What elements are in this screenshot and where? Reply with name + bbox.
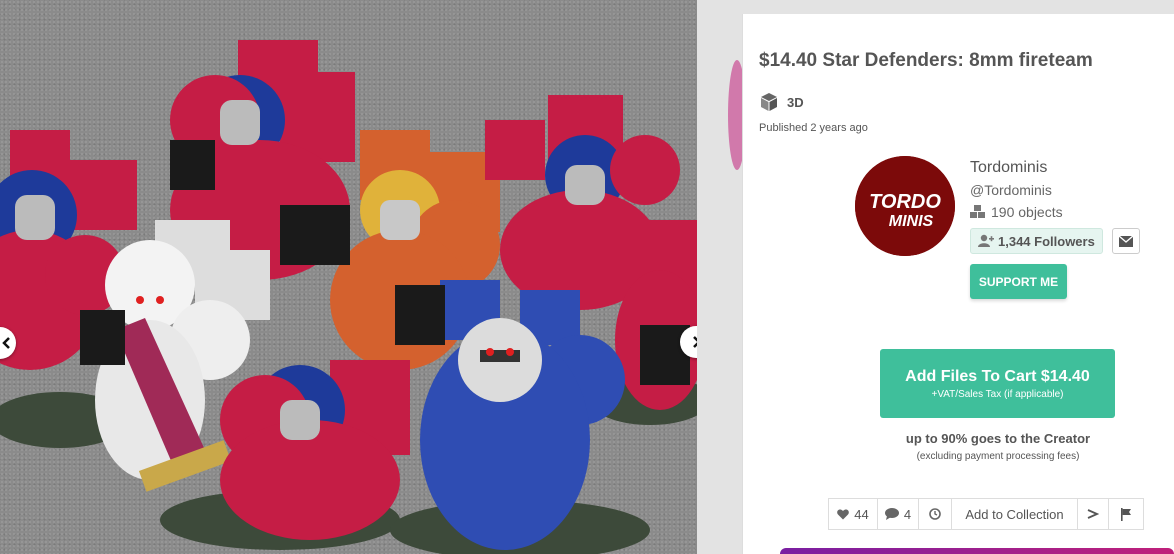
likes-count: 44 <box>854 506 869 522</box>
action-bar: 44 4 Add to Collection <box>828 498 1144 530</box>
history-button[interactable] <box>918 498 952 530</box>
share-button[interactable] <box>1077 498 1109 530</box>
add-to-cart-button[interactable]: Add Files To Cart $14.40 +VAT/Sales Tax … <box>880 349 1115 418</box>
comment-icon <box>884 508 899 520</box>
flag-icon <box>1121 507 1131 521</box>
chevron-left-icon <box>2 337 10 349</box>
creator-name[interactable]: Tordominis <box>970 159 1047 177</box>
support-me-button[interactable]: SUPPORT ME <box>970 264 1067 299</box>
svg-text:TORDO: TORDO <box>869 191 941 213</box>
bottom-gradient-strip <box>780 548 1174 554</box>
envelope-icon <box>1119 235 1133 247</box>
like-button[interactable]: 44 <box>828 498 878 530</box>
report-button[interactable] <box>1108 498 1144 530</box>
creator-avatar[interactable]: TORDO MINIS <box>855 156 955 256</box>
follow-button[interactable]: 1,344 Followers <box>970 228 1103 254</box>
tax-note: +VAT/Sales Tax (if applicable) <box>931 388 1064 400</box>
creator-share-note: (excluding payment processing fees) <box>916 451 1080 462</box>
creator-logo: TORDO MINIS <box>855 156 955 256</box>
comments-button[interactable]: 4 <box>877 498 919 530</box>
message-creator-button[interactable] <box>1112 228 1140 254</box>
followers-count: 1,344 Followers <box>998 233 1095 249</box>
add-to-collection-button[interactable]: Add to Collection <box>951 498 1078 530</box>
product-type: 3D <box>759 92 804 112</box>
user-plus-icon <box>978 234 994 247</box>
svg-text:MINIS: MINIS <box>889 213 934 230</box>
published-date: Published 2 years ago <box>759 122 868 134</box>
clock-icon <box>929 508 941 520</box>
model-render-image <box>0 40 697 554</box>
product-details-panel: $14.40 Star Defenders: 8mm fireteam 3D P… <box>742 14 1174 554</box>
add-to-cart-label: Add Files To Cart $14.40 <box>905 367 1090 385</box>
share-icon <box>1087 509 1099 519</box>
model-preview-viewer[interactable] <box>0 0 697 554</box>
heart-icon <box>837 508 850 519</box>
cube-icon <box>761 93 777 111</box>
product-title: $14.40 Star Defenders: 8mm fireteam <box>759 50 1093 71</box>
chevron-right-icon <box>693 336 697 348</box>
creator-share-text: up to 90% goes to the Creator <box>905 431 1091 446</box>
creator-handle[interactable]: @Tordominis <box>970 182 1052 198</box>
objects-count-label: 190 objects <box>991 204 1063 220</box>
comments-count: 4 <box>903 506 912 522</box>
cubes-icon <box>970 205 985 218</box>
product-type-label: 3D <box>787 94 804 110</box>
creator-objects-count[interactable]: 190 objects <box>970 204 1063 220</box>
